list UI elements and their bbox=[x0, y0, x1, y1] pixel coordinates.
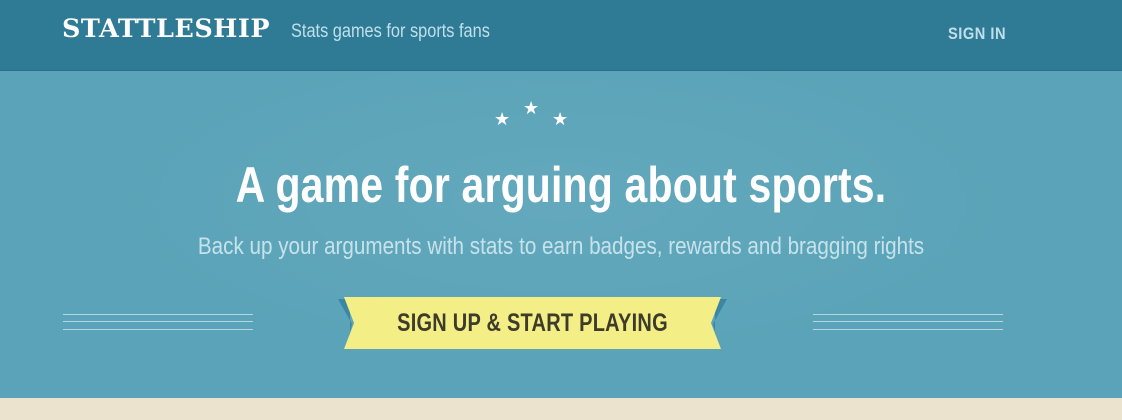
top-navigation-bar: STATTLESHIP Stats games for sports fans … bbox=[0, 0, 1122, 71]
brand-tagline: Stats games for sports fans bbox=[291, 21, 490, 42]
decorative-rule-right bbox=[813, 314, 1003, 330]
cta-button-label: SIGN UP & START PLAYING bbox=[397, 309, 668, 337]
star-icon: ★ bbox=[523, 98, 540, 119]
hero-subheadline: Back up your arguments with stats to ear… bbox=[197, 233, 925, 260]
sign-in-link[interactable]: SIGN IN bbox=[948, 24, 1006, 44]
hero-section: ★ ★ ★ A game for arguing about sports. B… bbox=[0, 72, 1122, 398]
star-icon: ★ bbox=[494, 109, 511, 130]
decorative-rule-left bbox=[63, 314, 253, 330]
star-icon: ★ bbox=[552, 109, 569, 130]
brand-logo[interactable]: STATTLESHIP bbox=[62, 14, 270, 43]
signup-start-playing-button[interactable]: SIGN UP & START PLAYING bbox=[336, 296, 729, 351]
hero-headline: A game for arguing about sports. bbox=[235, 157, 887, 213]
content-area-top-edge bbox=[0, 398, 1122, 420]
star-decoration: ★ ★ ★ bbox=[0, 98, 1122, 138]
